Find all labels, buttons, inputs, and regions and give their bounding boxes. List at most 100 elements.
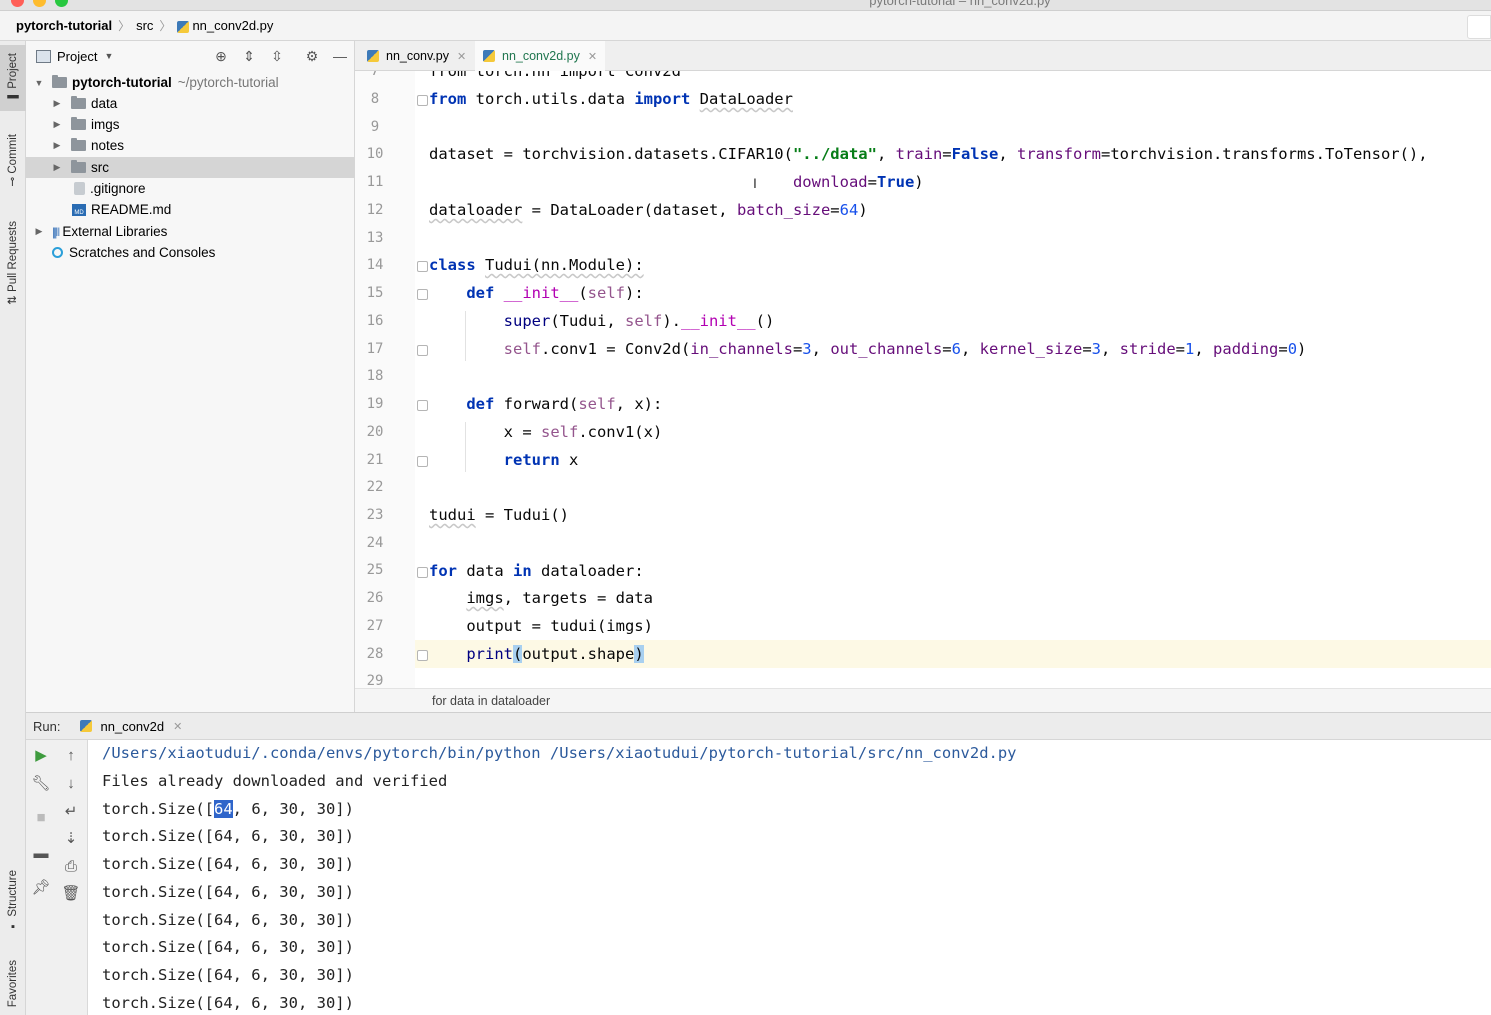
arrow-up-icon[interactable]: ↑ <box>56 745 86 767</box>
fold-marker[interactable] <box>417 650 428 661</box>
run-tab-nn-conv2d[interactable]: nn_conv2d ✕ <box>80 719 182 734</box>
gear-icon[interactable]: ⚙ <box>304 48 320 64</box>
tab-nn-conv[interactable]: nn_conv.py ✕ <box>359 41 474 71</box>
expand-all-icon[interactable]: ⇕ <box>241 48 257 64</box>
folder-icon <box>52 75 67 88</box>
project-panel-header: Project ▼ ⊕ ⇕ ⇳ ⚙ — <box>26 41 354 71</box>
pull-request-icon: ⇅ <box>7 292 19 305</box>
arrow-down-icon[interactable]: ↓ <box>56 773 86 795</box>
breadcrumb-file[interactable]: nn_conv2d.py <box>177 18 273 33</box>
line-number: 14 <box>366 257 384 273</box>
fold-marker[interactable] <box>417 567 428 578</box>
left-tool-stripe: ▬ Project ⊸ Commit ⇅ Pull Requests ▪ Str… <box>0 41 26 1015</box>
expanded-arrow-icon[interactable]: ▼ <box>34 78 44 88</box>
project-view-icon <box>36 49 51 63</box>
console-command-line[interactable]: /Users/xiaotudui/.conda/envs/pytorch/bin… <box>102 744 1017 762</box>
window-title: pytorch-tutorial – nn_conv2d.py <box>869 0 1051 8</box>
code-line-7: from torch.nn import Conv2d <box>429 71 681 80</box>
line-number: 21 <box>366 452 384 468</box>
folder-icon <box>71 160 86 173</box>
tree-item-scratches[interactable]: Scratches and Consoles <box>26 242 381 263</box>
tree-item-root[interactable]: ▼ pytorch-tutorial ~/pytorch-tutorial <box>26 72 363 93</box>
console-line: torch.Size([64, 6, 30, 30]) <box>102 911 354 929</box>
tool-tab-project[interactable]: ▬ Project <box>0 45 26 111</box>
close-icon[interactable]: ✕ <box>457 50 466 63</box>
code-editor[interactable]: 7 8 9 10 11 12 13 14 15 16 17 18 19 20 2… <box>355 71 1491 688</box>
code-line-21: return x <box>503 451 579 469</box>
tree-item-data[interactable]: ▶ data <box>26 93 381 114</box>
folder-icon <box>71 138 86 151</box>
line-number: 13 <box>366 230 384 246</box>
soft-wrap-icon[interactable]: ↵ <box>56 801 86 823</box>
tree-item-notes[interactable]: ▶ notes <box>26 135 381 156</box>
code-line-20: x = self.conv1(x) <box>429 423 663 441</box>
project-view-selector[interactable]: Project <box>57 49 97 64</box>
tab-label: nn_conv.py <box>386 49 450 63</box>
line-number: 27 <box>366 618 384 634</box>
collapsed-arrow-icon[interactable]: ▶ <box>34 226 44 237</box>
chevron-right-icon: 〉 <box>118 19 131 33</box>
collapsed-arrow-icon[interactable]: ▶ <box>52 162 62 173</box>
stop-icon[interactable]: ■ <box>26 807 56 829</box>
fold-marker[interactable] <box>417 345 428 356</box>
console-line: torch.Size([64, 6, 30, 30]) <box>102 883 354 901</box>
python-file-icon <box>367 50 379 62</box>
code-line-11: download=True) <box>792 173 924 191</box>
wrench-icon[interactable]: 🔧︎ <box>26 773 56 795</box>
collapsed-arrow-icon[interactable]: ▶ <box>52 98 62 109</box>
fold-marker[interactable] <box>417 95 428 106</box>
collapsed-arrow-icon[interactable]: ▶ <box>52 140 62 151</box>
tree-item-gitignore[interactable]: .gitignore <box>26 178 403 199</box>
layout-icon[interactable]: ▬ <box>26 843 56 865</box>
code-line-28: print(output.shape) <box>466 645 644 663</box>
fold-marker[interactable] <box>417 261 428 272</box>
collapse-all-icon[interactable]: ⇳ <box>269 48 285 64</box>
trash-icon[interactable]: 🗑︎ <box>56 883 86 905</box>
minimize-window-button[interactable] <box>33 0 46 7</box>
close-window-button[interactable] <box>11 0 24 7</box>
tree-item-src[interactable]: ▶ src <box>26 157 381 178</box>
hide-panel-icon[interactable]: — <box>332 48 348 64</box>
tool-tab-pull-requests[interactable]: ⇅ Pull Requests <box>0 213 26 313</box>
code-line-15: def __init__(self): <box>466 284 644 302</box>
zoom-window-button[interactable] <box>55 0 68 7</box>
markdown-file-icon: MD <box>72 203 86 216</box>
locate-file-icon[interactable]: ⊕ <box>213 48 229 64</box>
tool-tab-structure[interactable]: ▪ Structure <box>0 863 26 939</box>
code-line-12: dataloader = DataLoader(dataset, batch_s… <box>429 201 868 219</box>
close-icon[interactable]: ✕ <box>588 50 597 63</box>
tab-nn-conv2d[interactable]: nn_conv2d.py ✕ <box>475 41 606 74</box>
rerun-icon[interactable]: ▶ <box>26 745 56 767</box>
window-title-bar: pytorch-tutorial – nn_conv2d.py <box>0 0 1491 11</box>
code-line-23: tudui = Tudui() <box>429 506 569 524</box>
editor-tab-bar: nn_conv.py ✕ nn_conv2d.py ✕ <box>355 41 1491 74</box>
tree-item-imgs[interactable]: ▶ imgs <box>26 114 381 135</box>
fold-marker[interactable] <box>417 456 428 467</box>
pin-icon[interactable]: 📌︎ <box>26 877 56 899</box>
navigation-bar: pytorch-tutorial 〉 src 〉 nn_conv2d.py <box>0 11 1491 41</box>
print-icon[interactable]: ⎙ <box>56 856 86 878</box>
editor-breadcrumb[interactable]: for data in dataloader <box>355 688 1491 712</box>
run-config-widget[interactable] <box>1467 15 1491 39</box>
code-line-17: self.conv1 = Conv2d(in_channels=3, out_c… <box>503 340 1307 358</box>
tree-item-external-libraries[interactable]: ▶ |||‖ External Libraries <box>26 221 363 242</box>
console-line: torch.Size([64, 6, 30, 30]) <box>102 855 354 873</box>
code-line-27: output = tudui(imgs) <box>429 617 653 635</box>
tree-item-readme[interactable]: MD README.md <box>26 199 401 220</box>
chevron-down-icon[interactable]: ▼ <box>104 51 113 61</box>
breadcrumb-folder[interactable]: src <box>136 18 153 33</box>
tool-tab-favorites[interactable]: Favorites <box>0 953 26 1015</box>
console-output[interactable]: /Users/xiaotudui/.conda/envs/pytorch/bin… <box>88 740 1491 1015</box>
collapsed-arrow-icon[interactable]: ▶ <box>52 119 62 130</box>
run-tab-label: nn_conv2d <box>100 718 165 734</box>
scroll-to-end-icon[interactable]: ⇣ <box>56 828 86 850</box>
tree-item-label: notes <box>91 138 125 153</box>
fold-marker[interactable] <box>417 400 428 411</box>
fold-marker[interactable] <box>417 289 428 300</box>
code-line-14: class Tudui(nn.Module): <box>429 256 644 274</box>
breadcrumb-project[interactable]: pytorch-tutorial <box>16 18 112 33</box>
tool-tab-commit[interactable]: ⊸ Commit <box>0 127 26 193</box>
tree-item-label: Scratches and Consoles <box>69 245 216 260</box>
close-icon[interactable]: ✕ <box>173 720 182 733</box>
line-number: 26 <box>366 590 384 606</box>
